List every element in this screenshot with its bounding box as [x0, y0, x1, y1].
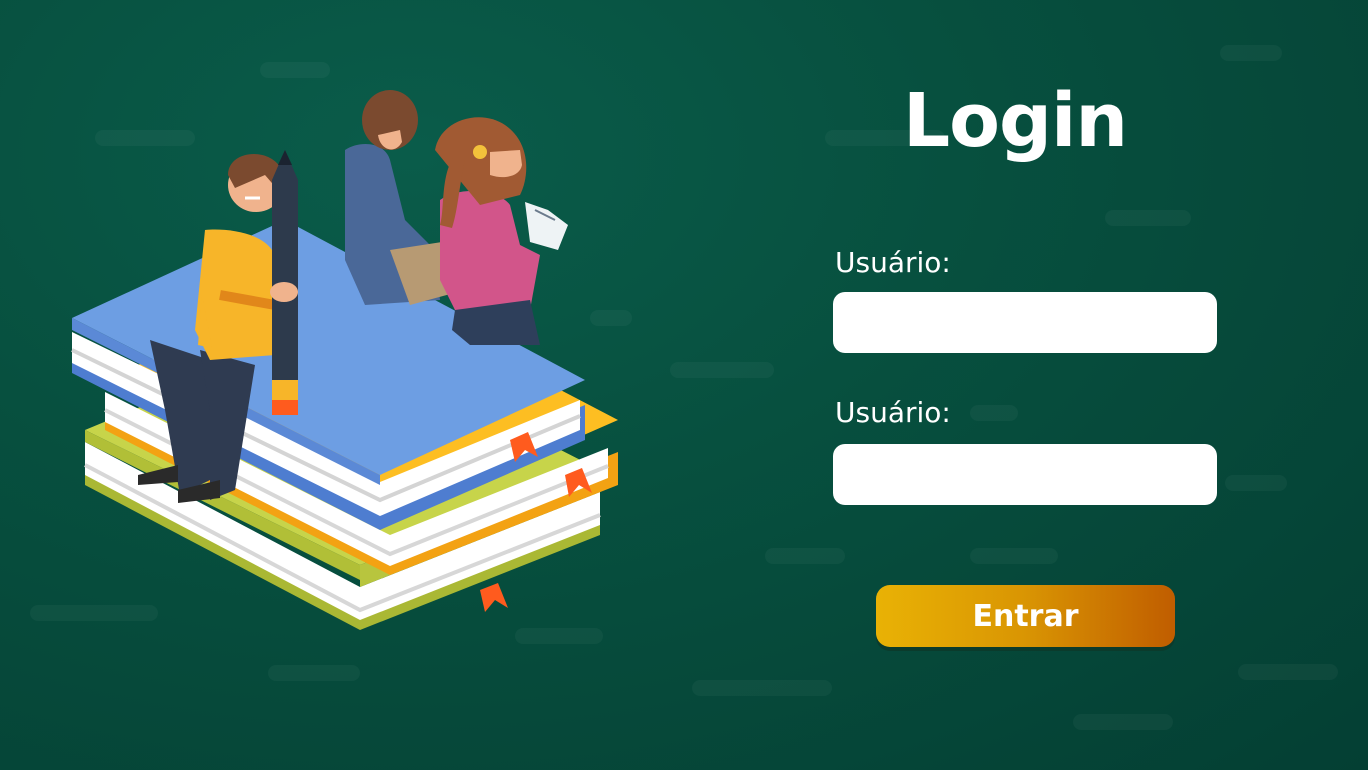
- second-field-label: Usuário:: [835, 396, 951, 429]
- background-streak: [1073, 714, 1173, 730]
- student-pink-shirt: [435, 117, 568, 345]
- username-label: Usuário:: [835, 246, 951, 279]
- background-streak: [670, 362, 774, 378]
- login-page: Login Usuário: Usuário: Entrar: [0, 0, 1368, 770]
- background-streak: [765, 548, 845, 564]
- login-button[interactable]: Entrar: [876, 585, 1175, 647]
- background-streak: [970, 405, 1018, 421]
- second-field-input[interactable]: [833, 444, 1217, 505]
- background-streak: [1225, 475, 1287, 491]
- background-streak: [1238, 664, 1338, 680]
- username-input[interactable]: [833, 292, 1217, 353]
- background-streak: [970, 548, 1058, 564]
- background-streak: [1220, 45, 1282, 61]
- books-students-illustration: [71, 90, 618, 630]
- page-title: Login: [902, 78, 1128, 164]
- background-streak: [692, 680, 832, 696]
- background-streak: [260, 62, 330, 78]
- background-streak: [1105, 210, 1191, 226]
